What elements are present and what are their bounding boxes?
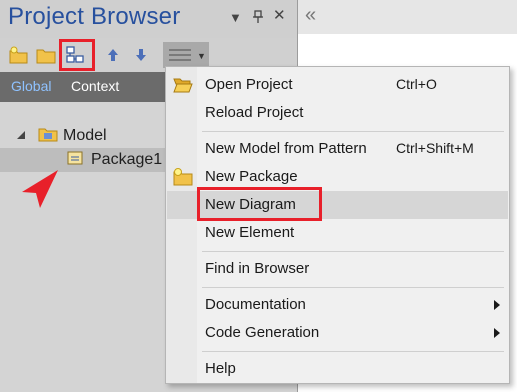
menu-separator [202,287,504,288]
new-package-icon [173,168,193,186]
pin-icon[interactable] [252,10,264,28]
collapse-icon[interactable]: « [305,5,316,25]
pane-title: Project Browser [8,3,181,30]
menu-item-documentation[interactable]: Documentation [167,291,508,319]
open-folder-icon [173,76,193,94]
menu-item-open-project[interactable]: Open Project Ctrl+O [167,71,508,99]
chevron-down-icon: ▼ [197,51,206,61]
title-bar: Project Browser ▼ ✕ [0,0,297,38]
menu-item-code-generation[interactable]: Code Generation [167,319,508,347]
context-menu: Open Project Ctrl+O Reload Project New M… [165,66,510,384]
menu-item-new-element[interactable]: New Element [167,219,508,247]
menu-item-new-model-from-pattern[interactable]: New Model from Pattern Ctrl+Shift+M [167,135,508,163]
move-down-icon[interactable] [130,44,152,66]
menu-separator [202,131,504,132]
submenu-arrow-icon [494,300,500,310]
tree-item-model[interactable]: Model [16,124,107,148]
new-model-icon[interactable] [8,44,30,66]
menu-item-reload-project[interactable]: Reload Project [167,99,508,127]
model-icon [38,126,58,147]
menu-button[interactable]: ▼ [163,42,209,68]
submenu-arrow-icon [494,328,500,338]
tab-context[interactable]: Context [71,78,119,94]
close-icon[interactable]: ✕ [273,8,286,24]
highlight-box-new-diagram [197,187,322,221]
tree-item-label: Package1 [91,151,163,168]
new-package-icon[interactable] [35,44,57,66]
expand-arrow-icon[interactable] [16,127,30,145]
menu-separator [202,351,504,352]
package-icon [67,151,83,170]
arrow-pointer-icon [18,166,62,217]
menu-icon [169,48,191,67]
menu-item-help[interactable]: Help [167,355,508,383]
highlight-box-diagram-button [59,39,95,71]
tab-global[interactable]: Global [11,78,51,94]
dropdown-arrow-icon[interactable]: ▼ [229,10,242,26]
move-up-icon[interactable] [102,44,124,66]
menu-separator [202,251,504,252]
menu-item-find-in-browser[interactable]: Find in Browser [167,255,508,283]
tree-item-label: Model [63,127,107,144]
right-header-strip: « [298,0,517,34]
